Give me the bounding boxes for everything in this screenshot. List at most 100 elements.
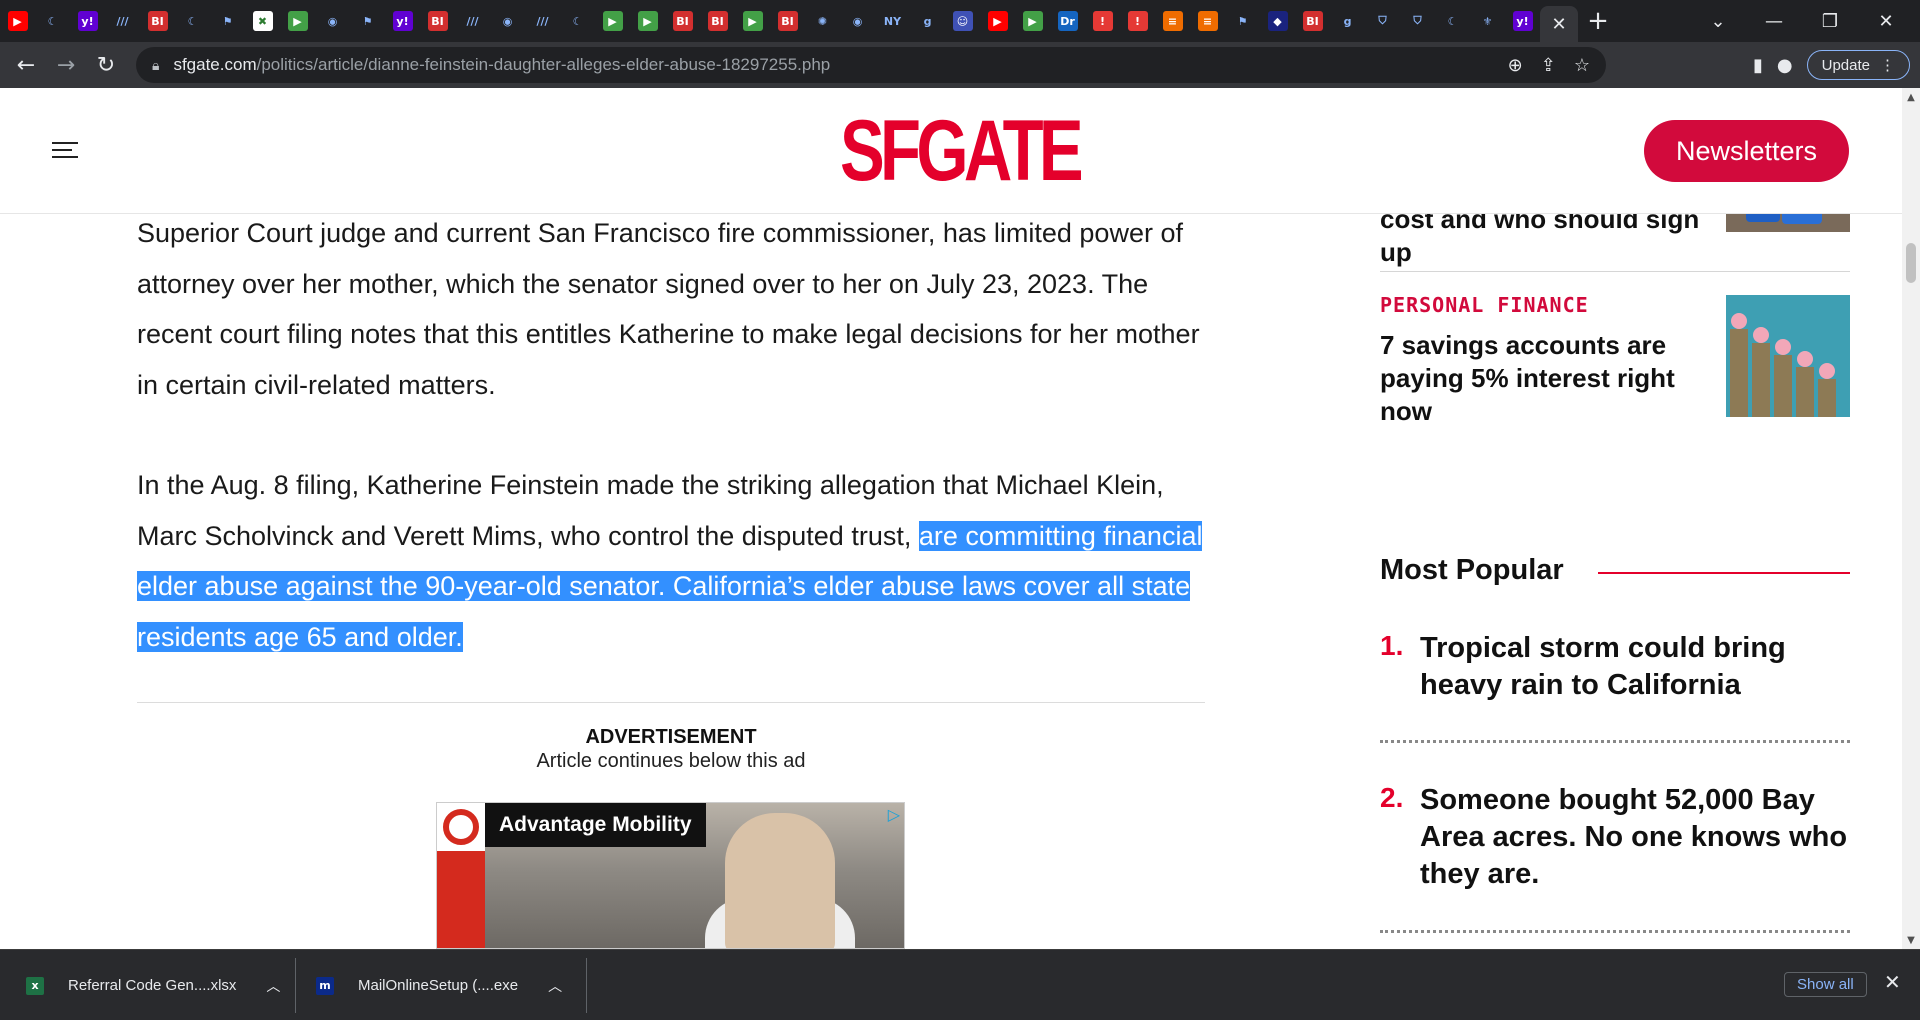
download-item[interactable]: x Referral Code Gen....xlsx ︿ <box>26 950 280 1021</box>
divider <box>295 958 296 1013</box>
browser-tab[interactable]: ⚜ <box>1470 0 1505 42</box>
share-icon[interactable]: ⇪ <box>1541 55 1556 76</box>
dotted-divider <box>1380 930 1850 933</box>
popular-title[interactable]: Someone bought 52,000 Bay Area acres. No… <box>1420 782 1850 893</box>
browser-tab[interactable]: /// <box>455 0 490 42</box>
url-path: /politics/article/dianne-feinstein-daugh… <box>256 55 831 74</box>
ad-title: Advantage Mobility <box>485 803 706 847</box>
browser-tab[interactable]: ◉ <box>840 0 875 42</box>
browser-tab[interactable]: BI <box>700 0 735 42</box>
scrollbar-thumb[interactable] <box>1906 243 1916 283</box>
browser-tab[interactable]: NY <box>875 0 910 42</box>
update-button[interactable]: Update ⋮ <box>1806 50 1910 80</box>
heading-rule <box>1598 572 1850 574</box>
dr-icon: Dr <box>1057 11 1078 31</box>
business-insider-icon: BI <box>672 11 693 31</box>
new-tab-button[interactable]: + <box>1578 0 1618 42</box>
hamburger-menu-icon[interactable] <box>52 142 78 160</box>
popular-title[interactable]: Tropical storm could bring heavy rain to… <box>1420 630 1850 704</box>
side-panel-icon[interactable]: ▮ <box>1753 55 1763 76</box>
browser-tab[interactable]: y! <box>1505 0 1540 42</box>
browser-toolbar: ← → ↻ 🔒︎ sfgate.com/politics/article/dia… <box>0 42 1920 88</box>
browser-tab[interactable]: g <box>1330 0 1365 42</box>
flag-icon: ⚑ <box>1232 11 1253 31</box>
page-scrollbar[interactable]: ▲ ▼ <box>1902 88 1920 949</box>
back-button[interactable]: ← <box>6 45 46 85</box>
browser-tab[interactable]: BI <box>665 0 700 42</box>
forward-button[interactable]: → <box>46 45 86 85</box>
browser-tab[interactable]: BI <box>1295 0 1330 42</box>
close-window-button[interactable]: ✕ <box>1858 0 1914 42</box>
browser-tab[interactable]: ☾ <box>175 0 210 42</box>
newsletters-button[interactable]: Newsletters <box>1644 120 1849 182</box>
browser-tab[interactable]: ⚑ <box>350 0 385 42</box>
browser-tab[interactable]: ⛉ <box>1400 0 1435 42</box>
browser-tab[interactable]: BI <box>420 0 455 42</box>
news-icon: NY <box>882 11 903 31</box>
sidebar-story[interactable]: PERSONAL FINANCE 7 savings accounts are … <box>1380 293 1850 428</box>
browser-tab[interactable]: g <box>910 0 945 42</box>
browser-tab[interactable]: ⛉ <box>1365 0 1400 42</box>
browser-tab[interactable]: ☾ <box>35 0 70 42</box>
scroll-down-icon[interactable]: ▼ <box>1902 931 1920 949</box>
scroll-up-icon[interactable]: ▲ <box>1902 88 1920 106</box>
browser-tab[interactable]: ⚑ <box>210 0 245 42</box>
bookmark-icon: ≡ <box>1162 11 1183 31</box>
browser-tab[interactable]: ≡ <box>1190 0 1225 42</box>
address-bar[interactable]: 🔒︎ sfgate.com/politics/article/dianne-fe… <box>136 47 1606 83</box>
tab-close-button[interactable]: ✕ <box>1540 6 1578 42</box>
browser-tab[interactable]: ▶ <box>630 0 665 42</box>
browser-tab[interactable]: BI <box>770 0 805 42</box>
browser-tab[interactable]: ▶ <box>735 0 770 42</box>
lock-icon: 🔒︎ <box>152 56 160 73</box>
download-item[interactable]: m MailOnlineSetup (....exe ︿ <box>316 950 562 1021</box>
download-filename: MailOnlineSetup (....exe <box>358 977 519 994</box>
browser-tab[interactable]: ▶ <box>280 0 315 42</box>
chevron-up-icon[interactable]: ︿ <box>548 976 562 996</box>
profile-icon[interactable]: ● <box>1777 55 1793 76</box>
browser-tab[interactable]: BI <box>140 0 175 42</box>
tab-search-icon[interactable]: ⌄ <box>1690 0 1746 42</box>
show-all-button[interactable]: Show all <box>1784 972 1867 997</box>
browser-tab[interactable]: /// <box>525 0 560 42</box>
reload-button[interactable]: ↻ <box>86 45 126 85</box>
minimize-button[interactable]: — <box>1746 0 1802 42</box>
shield-icon: ☾ <box>42 11 63 31</box>
browser-tab[interactable]: ▶ <box>1015 0 1050 42</box>
browser-tab[interactable]: ✺ <box>805 0 840 42</box>
sfgate-logo[interactable]: SFGATE <box>840 108 1084 194</box>
browser-tab[interactable]: Dr <box>1050 0 1085 42</box>
browser-tab[interactable]: ☺ <box>945 0 980 42</box>
chevron-up-icon[interactable]: ︿ <box>266 976 280 996</box>
flag-icon: ⚑ <box>217 11 238 31</box>
advertisement[interactable]: Advantage Mobility ▷ <box>436 802 905 949</box>
browser-tab[interactable]: ▶ <box>595 0 630 42</box>
zoom-icon[interactable]: ⊕ <box>1508 55 1523 76</box>
browser-tab[interactable]: ☾ <box>560 0 595 42</box>
ad-sublabel: Article continues below this ad <box>536 750 806 772</box>
close-icon[interactable]: ✕ <box>1884 970 1901 994</box>
browser-tab[interactable]: y! <box>70 0 105 42</box>
flag-icon: ⚑ <box>357 11 378 31</box>
newspaper-icon: /// <box>532 11 553 31</box>
story-thumbnail[interactable] <box>1726 295 1850 417</box>
tab-strip: ▶ ☾ y! /// BI ☾ ⚑ ✖ ▶ ◉ ⚑ y! BI /// ◉ /// ☾ ▶ ▶ BI BI ▶ BI ✺ ◉ NY… <box>0 0 1920 42</box>
browser-tab[interactable]: ▶ <box>980 0 1015 42</box>
restore-button[interactable]: ❐ <box>1802 0 1858 42</box>
article-body: Superior Court judge and current San Fra… <box>137 208 1207 712</box>
browser-tab[interactable]: ! <box>1085 0 1120 42</box>
bookmark-star-icon[interactable]: ☆ <box>1574 55 1590 76</box>
browser-tab[interactable]: ◆ <box>1260 0 1295 42</box>
browser-tab[interactable]: ⚑ <box>1225 0 1260 42</box>
browser-tab[interactable]: ✖ <box>245 0 280 42</box>
browser-tab[interactable]: ! <box>1120 0 1155 42</box>
browser-tab[interactable]: ≡ <box>1155 0 1190 42</box>
sidebar-story-title[interactable]: 7 savings accounts are paying 5% interes… <box>1380 329 1700 428</box>
browser-tab[interactable]: /// <box>105 0 140 42</box>
browser-tab[interactable]: ▶ <box>0 0 35 42</box>
browser-tab[interactable]: ◉ <box>315 0 350 42</box>
browser-tab[interactable]: y! <box>385 0 420 42</box>
browser-tab[interactable]: ☾ <box>1435 0 1470 42</box>
browser-tab[interactable]: ◉ <box>490 0 525 42</box>
adchoices-icon[interactable]: ▷ <box>888 805 900 824</box>
